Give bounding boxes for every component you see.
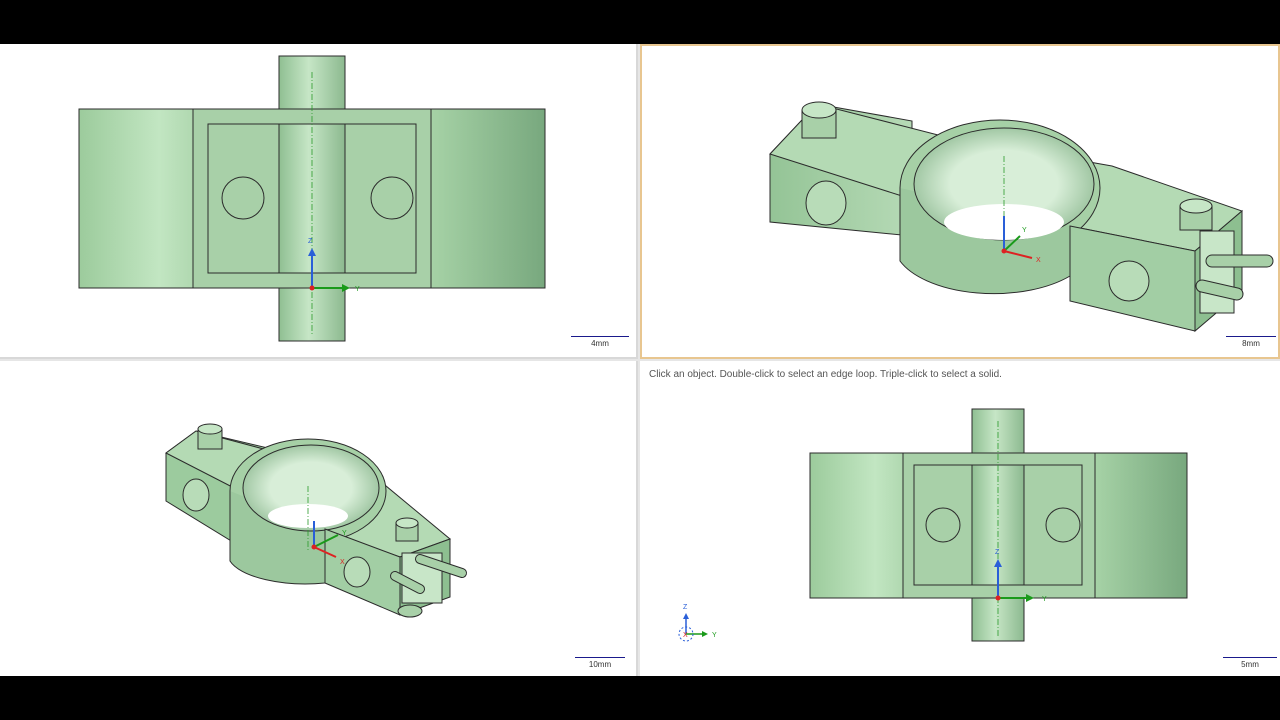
viewport-front[interactable]: Z Y 4mm	[0, 44, 638, 359]
y-label: Y	[1042, 596, 1047, 603]
x-label: X	[1036, 257, 1041, 264]
scale-bar: 10mm	[575, 657, 625, 669]
z-label: Z	[995, 549, 1000, 556]
viewport-isometric-active[interactable]: X Y 8mm	[640, 44, 1280, 359]
right-wing	[430, 108, 546, 289]
y-label: Y	[1022, 227, 1027, 234]
y-label: Y	[342, 530, 347, 537]
scale-label: 10mm	[588, 660, 612, 669]
front-view-model[interactable]: Z Y	[0, 44, 636, 357]
scale-label: 5mm	[1241, 660, 1259, 669]
viewport-front-2[interactable]: Click an object. Double-click to select …	[640, 361, 1280, 676]
scale-bar: 5mm	[1223, 657, 1277, 669]
hole-right	[370, 176, 414, 220]
z-label: Z	[308, 238, 313, 245]
scale-bar: 4mm	[571, 336, 629, 348]
isometric-view-model[interactable]: X Y	[642, 46, 1278, 357]
scale-label: 8mm	[1242, 339, 1260, 348]
orientation-triad[interactable]: X Z Y	[678, 604, 717, 642]
hole-left	[221, 176, 265, 220]
triad-x-label: X	[683, 632, 688, 639]
front-view-model-2[interactable]: Z Y X Z Y	[640, 361, 1280, 676]
isometric-small-model[interactable]: X Y	[0, 361, 636, 676]
triad-y-label: Y	[712, 632, 717, 639]
x-label: X	[340, 559, 345, 566]
scale-label: 4mm	[591, 339, 609, 348]
viewport-isometric-small[interactable]: X Y 10mm	[0, 361, 638, 676]
scale-bar: 8mm	[1226, 336, 1276, 348]
triad-z-label: Z	[683, 604, 688, 611]
left-wing	[78, 108, 194, 289]
y-label: Y	[355, 286, 360, 293]
